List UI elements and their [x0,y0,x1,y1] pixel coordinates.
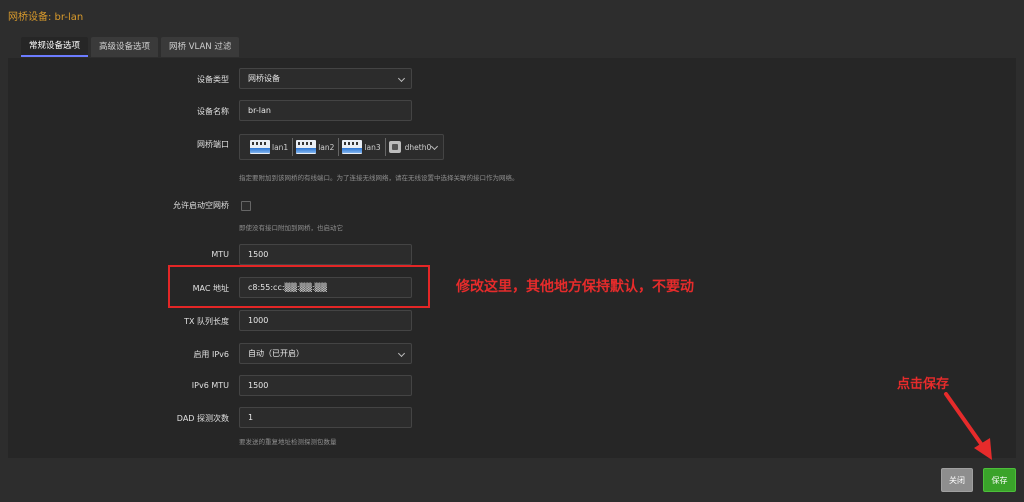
port-separator [338,138,340,156]
tab-general[interactable]: 常规设备选项 [21,37,89,57]
chevron-down-icon [430,142,439,151]
empty-bridge-hint: 即使没有接口附加到网桥，也启动它 [239,224,343,232]
ethernet-port-icon [296,140,317,154]
ipv6-mtu-label: IPv6 MTU [191,381,229,390]
device-name-input[interactable]: br-lan [239,100,412,121]
tab-bar: 常规设备选项 高级设备选项 网桥 VLAN 过滤 [21,37,240,57]
mtu-label: MTU [211,250,229,259]
chevron-down-icon [397,349,406,358]
port-dheth0: dheth0 [388,141,431,153]
empty-bridge-label: 允许启动空网桥 [173,201,229,210]
port-lan3: lan3 [342,140,381,154]
tab-advanced[interactable]: 高级设备选项 [91,37,159,57]
dad-input[interactable]: 1 [239,407,412,428]
close-button[interactable]: 关闭 [941,468,973,492]
port-lan1: lan1 [250,140,288,154]
dialog-title: 网桥设备: br-lan [8,12,84,23]
bridge-ports-hint: 指定要附加到该网桥的有线端口。为了连接无线网络，请在无线设置中选择关联的接口作为… [239,174,519,182]
tab-vlan-filter[interactable]: 网桥 VLAN 过滤 [161,37,240,57]
save-button[interactable]: 保存 [983,468,1016,492]
annotation-arrow-icon [944,392,992,460]
form-panel: 设备类型 网桥设备 设备名称 br-lan 网桥端口 lan1 lan2 lan [8,58,1016,458]
port-lan2: lan2 [296,140,334,154]
ethernet-port-icon [250,140,270,154]
chevron-down-icon [397,74,406,83]
ipv6-mtu-input[interactable]: 1500 [239,375,412,396]
ethernet-port-icon [342,140,363,154]
device-type-label: 设备类型 [197,75,229,84]
annotation-modify-here: 修改这里，其他地方保持默认，不要动 [456,279,694,295]
bridge-ports-select[interactable]: lan1 lan2 lan3 dheth0 [239,134,444,160]
dad-hint: 要发送的重复地址检测探测包数量 [239,438,337,446]
txqueuelen-input[interactable]: 1000 [239,310,412,331]
ipv6-select[interactable]: 自动（已开启） [239,343,412,364]
ipv6-value: 自动（已开启） [248,349,304,358]
device-type-select[interactable]: 网桥设备 [239,68,412,89]
empty-bridge-checkbox[interactable] [241,201,251,211]
dad-label: DAD 探测次数 [176,414,229,423]
device-type-value: 网桥设备 [248,74,280,83]
port-separator [292,138,294,156]
annotation-highlight-box [168,265,430,308]
device-name-label: 设备名称 [197,107,229,116]
txqueuelen-label: TX 队列长度 [184,317,229,326]
network-device-icon [388,141,401,153]
bridge-ports-label: 网桥端口 [197,140,229,149]
annotation-click-save: 点击保存 [897,377,950,392]
mtu-input[interactable]: 1500 [239,244,412,265]
ipv6-label: 启用 IPv6 [193,350,229,359]
port-separator [384,138,386,156]
